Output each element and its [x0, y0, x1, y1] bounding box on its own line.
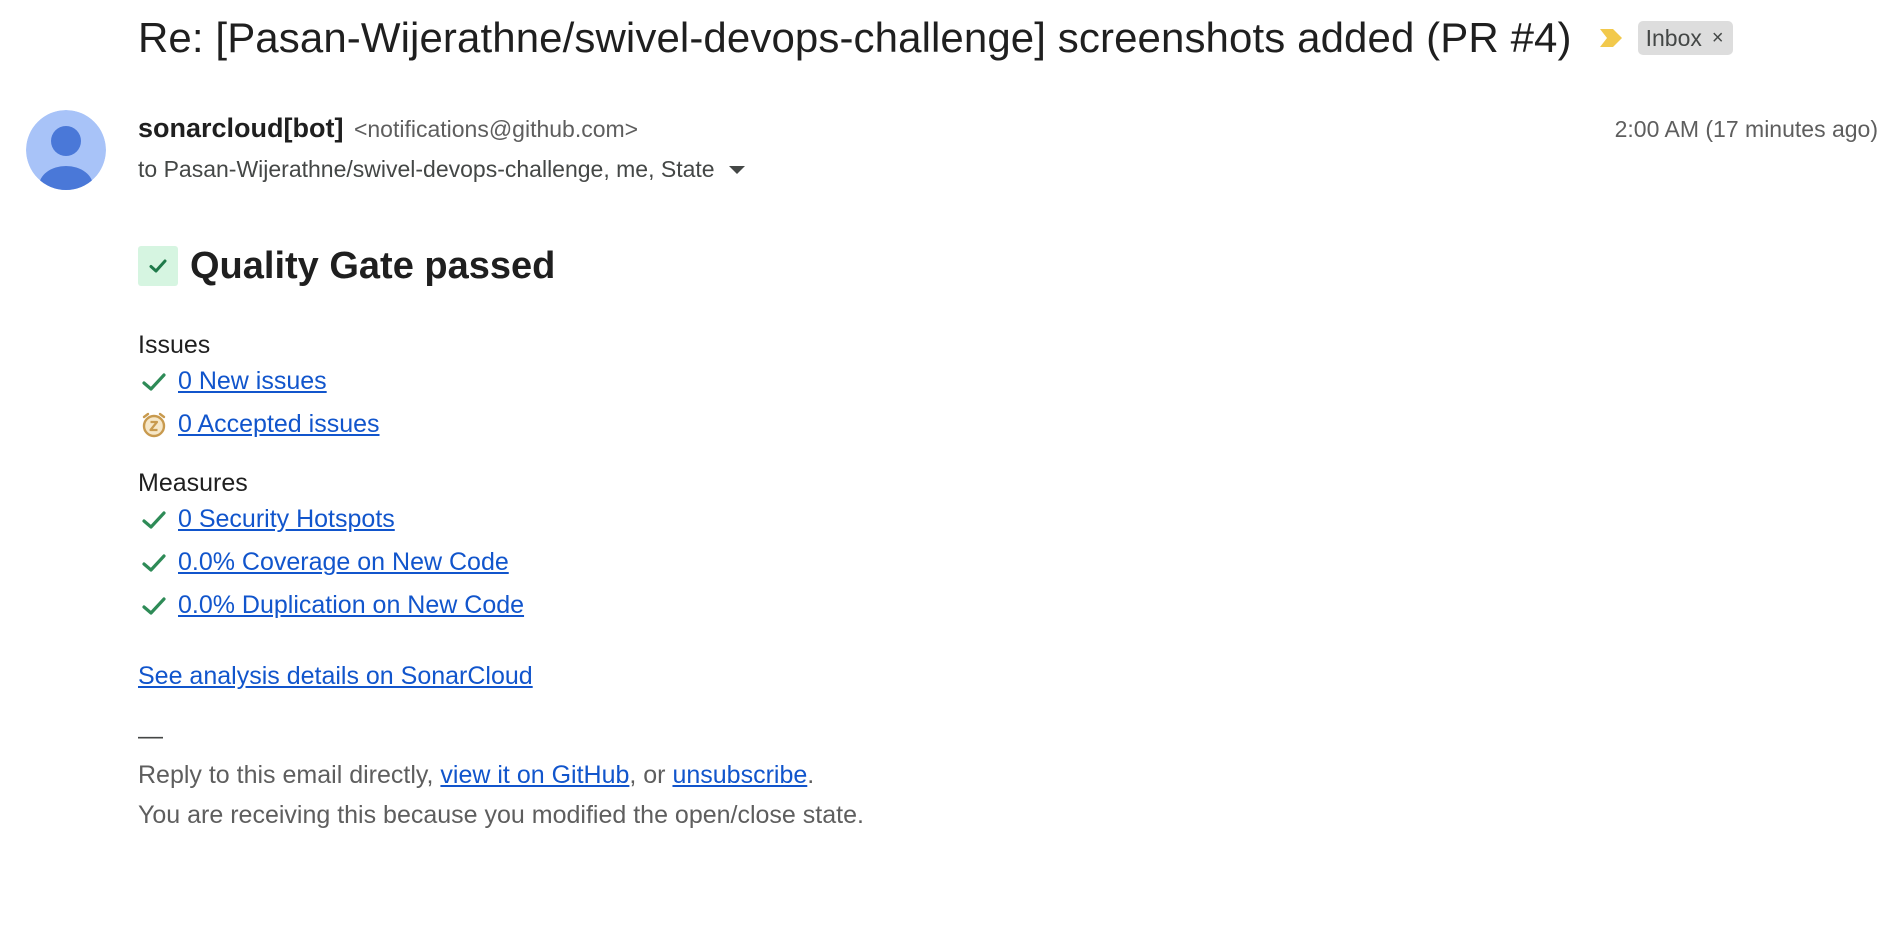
importance-marker-icon[interactable] — [1598, 27, 1624, 49]
reply-prefix: Reply to this email directly, — [138, 761, 441, 789]
sender-row: sonarcloud[bot] <notifications@github.co… — [138, 113, 638, 144]
issues-title: Issues — [138, 331, 211, 359]
email-body: Quality Gate passed Issues 0 New issues … — [138, 238, 1738, 835]
check-icon — [139, 548, 169, 578]
unsubscribe-link[interactable]: unsubscribe — [672, 761, 807, 789]
footer-reason: You are receiving this because you modif… — [138, 801, 864, 829]
analysis-row: See analysis details on SonarCloud — [138, 655, 1738, 698]
avatar-person-icon — [26, 110, 106, 190]
alarm-clock-icon — [139, 410, 169, 440]
period: . — [807, 761, 815, 789]
list-item: 0 New issues — [138, 360, 1738, 403]
check-icon — [139, 505, 169, 535]
new-issues-link[interactable]: 0 New issues — [178, 367, 327, 396]
inbox-label-chip[interactable]: Inbox × — [1637, 21, 1733, 55]
quality-gate-header: Quality Gate passed — [138, 238, 1738, 294]
check-icon — [139, 591, 169, 621]
accepted-issues-link[interactable]: 0 Accepted issues — [178, 410, 380, 439]
avatar — [26, 110, 106, 190]
security-hotspots-link[interactable]: 0 Security Hotspots — [178, 505, 395, 534]
measures-title: Measures — [138, 469, 248, 497]
coverage-link[interactable]: 0.0% Coverage on New Code — [178, 548, 509, 577]
email-timestamp: 2:00 AM (17 minutes ago) — [1614, 116, 1878, 142]
label-text: Inbox — [1645, 24, 1702, 51]
footer-divider: — — [138, 722, 163, 750]
recipients-row: to Pasan-Wijerathne/swivel-devops-challe… — [138, 156, 745, 183]
remove-label-icon[interactable]: × — [1712, 28, 1724, 48]
quality-gate-title: Quality Gate passed — [190, 244, 556, 287]
duplication-link[interactable]: 0.0% Duplication on New Code — [178, 591, 524, 620]
list-item: 0 Security Hotspots — [138, 498, 1738, 541]
footer-reply-line: Reply to this email directly, view it on… — [138, 755, 1738, 795]
analysis-details-link[interactable]: See analysis details on SonarCloud — [138, 662, 533, 691]
check-icon — [139, 367, 169, 397]
sender-email: <notifications@github.com> — [353, 116, 639, 142]
list-item: 0.0% Duplication on New Code — [138, 584, 1738, 627]
recipients-text: to Pasan-Wijerathne/swivel-devops-challe… — [138, 156, 715, 182]
show-details-chevron-down-icon[interactable] — [728, 165, 745, 174]
sender-name[interactable]: sonarcloud[bot] — [138, 113, 343, 143]
quality-gate-passed-icon — [138, 246, 178, 286]
subject-row: Re: [Pasan-Wijerathne/swivel-devops-chal… — [138, 14, 1733, 62]
email-subject: Re: [Pasan-Wijerathne/swivel-devops-chal… — [138, 14, 1572, 61]
view-on-github-link[interactable]: view it on GitHub — [440, 761, 629, 789]
or-text: , or — [629, 761, 673, 789]
list-item: 0 Accepted issues — [138, 403, 1738, 446]
list-item: 0.0% Coverage on New Code — [138, 541, 1738, 584]
